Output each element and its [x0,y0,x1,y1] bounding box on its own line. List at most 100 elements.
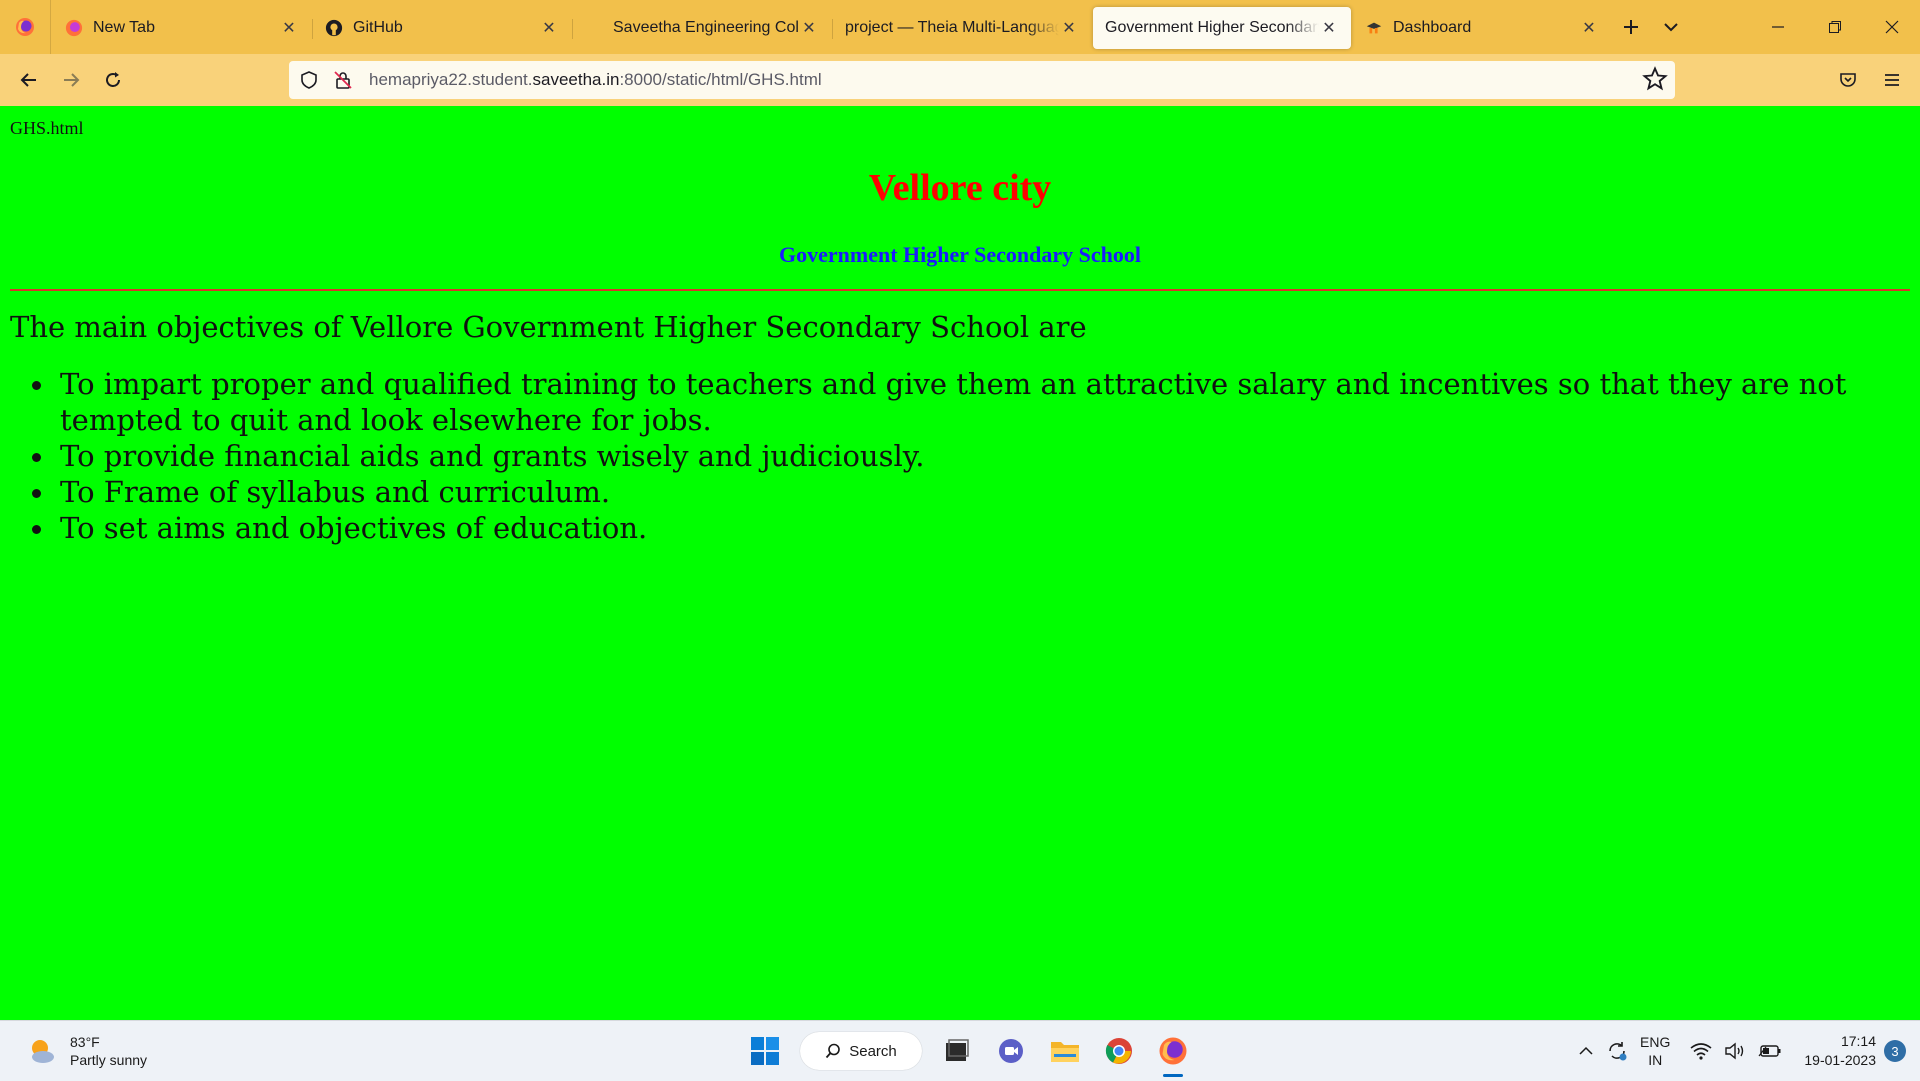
close-icon[interactable]: ✕ [1579,18,1599,38]
network-button[interactable] [1690,1042,1712,1060]
hamburger-menu-icon [1885,74,1899,86]
chrome-icon [1105,1038,1132,1064]
bullet [32,489,41,498]
restore-icon [1828,21,1841,33]
objectives-list: To impart proper and qualified training … [32,366,1890,546]
input-language-button[interactable]: ENG IN [1640,1033,1670,1069]
windows-taskbar: 83°F Partly sunny Search ENG IN 17:14 19… [0,1020,1920,1081]
taskbar-search-button[interactable]: Search [800,1032,922,1070]
task-view-icon [946,1039,969,1061]
insecure-lock-icon[interactable] [333,70,353,90]
back-button[interactable] [11,62,47,98]
tab-new-tab[interactable]: New Tab ✕ [53,7,313,49]
firefox-taskbar-button[interactable] [1151,1029,1195,1077]
page-subheading: Government Higher Secondary School [779,242,1141,267]
star-icon [1642,66,1668,91]
shield-icon[interactable] [299,70,319,90]
taskbar-apps: Search [738,1029,1200,1077]
teams-chat-button[interactable] [989,1029,1033,1073]
tab-title: project — Theia Multi-Language [845,19,1059,36]
list-item: To Frame of syllabus and curriculum. [32,474,1890,510]
bullet [32,381,41,390]
close-window-button[interactable] [1863,0,1920,54]
bullet [32,525,41,534]
navigation-bar: hemapriya22.student.saveetha.in:8000/sta… [0,54,1920,106]
arrow-right-icon [64,73,80,87]
firefox-icon [1159,1037,1187,1065]
list-item-text: To impart proper and qualified training … [60,367,1847,437]
tab-title: GitHub [353,19,403,36]
plus-icon [1624,20,1638,34]
list-item: To provide financial aids and grants wis… [32,438,1890,474]
tab-dashboard[interactable]: Dashboard ✕ [1353,7,1611,49]
sync-tray-button[interactable] [1606,1040,1628,1062]
window-controls [1749,0,1920,54]
tab-title: Saveetha Engineering College [613,19,799,36]
minimize-button[interactable] [1749,0,1806,54]
list-all-tabs-button[interactable] [1651,7,1691,47]
system-tray: ENG IN 17:14 19-01-2023 3 [1572,1021,1920,1081]
close-icon[interactable]: ✕ [799,18,819,38]
battery-button[interactable] [1758,1043,1782,1059]
forward-button[interactable] [53,62,89,98]
list-item-text: To provide financial aids and grants wis… [60,439,925,473]
sync-icon [1609,1042,1627,1061]
notification-badge[interactable]: 3 [1884,1040,1906,1062]
list-item: To set aims and objectives of education. [32,510,1890,546]
clock-date: 19-01-2023 [1804,1052,1876,1068]
battery-icon [1758,1045,1781,1057]
tab-github[interactable]: GitHub ✕ [313,7,573,49]
language-code: ENG [1640,1034,1671,1050]
show-hidden-icons-button[interactable] [1578,1043,1594,1059]
windows-icon [751,1037,779,1065]
close-icon [1885,20,1898,34]
tab-title: New Tab [93,19,155,36]
tab-title: Government Higher Secondary S [1105,19,1319,36]
weather-text: 83°F Partly sunny [70,1033,147,1069]
list-item-text: To Frame of syllabus and curriculum. [60,475,611,509]
firefox-view-button[interactable] [0,0,51,54]
start-button[interactable] [743,1029,787,1073]
close-icon[interactable]: ✕ [1319,18,1339,38]
close-icon[interactable]: ✕ [279,18,299,38]
url-domain: saveetha.in [532,70,620,89]
wifi-icon [1690,1043,1712,1060]
page-heading: Vellore city [868,167,1052,209]
tab-ghs-active[interactable]: Government Higher Secondary S ✕ [1093,7,1351,49]
url-bar[interactable]: hemapriya22.student.saveetha.in:8000/sta… [289,61,1675,99]
region-code: IN [1648,1052,1663,1068]
chat-icon [999,1039,1023,1063]
clock-button[interactable]: 17:14 19-01-2023 [1804,1032,1876,1070]
chevron-down-icon [1664,23,1678,32]
restore-button[interactable] [1806,0,1863,54]
github-icon [325,19,343,37]
weather-desc: Partly sunny [70,1052,148,1068]
close-icon[interactable]: ✕ [1059,18,1079,38]
bullet [32,453,41,462]
list-item-text: To set aims and objectives of education. [60,511,648,545]
chrome-button[interactable] [1097,1029,1141,1073]
close-icon[interactable]: ✕ [539,18,559,38]
url-text[interactable]: hemapriya22.student.saveetha.in:8000/sta… [369,70,822,90]
weather-widget[interactable]: 83°F Partly sunny [26,1033,147,1069]
search-icon [826,1043,841,1059]
volume-button[interactable] [1724,1042,1746,1060]
bookmark-star-button[interactable] [1641,65,1669,98]
weather-temp: 83°F [70,1034,100,1050]
horizontal-rule [10,289,1910,291]
objectives-intro: The main objectives of Vellore Governmen… [10,310,1087,344]
new-tab-button[interactable] [1611,7,1651,47]
menu-button[interactable] [1870,58,1914,102]
url-path: :8000/static/html/GHS.html [619,70,822,89]
tab-theia-project[interactable]: project — Theia Multi-Language ✕ [833,7,1091,49]
active-app-indicator [1163,1074,1183,1077]
file-explorer-button[interactable] [1043,1029,1087,1073]
pocket-button[interactable] [1826,58,1870,102]
chevron-up-icon [1579,1046,1593,1055]
speaker-icon [1725,1042,1744,1060]
toolbar-right [1826,54,1920,106]
reload-button[interactable] [95,62,131,98]
task-view-button[interactable] [935,1029,979,1073]
tab-saveetha[interactable]: Saveetha Engineering College ✕ [573,7,833,49]
search-label: Search [849,1042,897,1060]
